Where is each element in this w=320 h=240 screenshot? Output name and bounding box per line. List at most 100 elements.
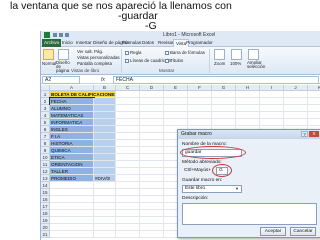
- table-cell[interactable]: MATEMATICAS: [50, 112, 94, 119]
- table-cell[interactable]: INFORMATICA: [50, 119, 94, 126]
- table-cell[interactable]: ORIENTACION: [50, 161, 94, 168]
- table-cell[interactable]: [260, 112, 284, 119]
- table-cell[interactable]: [50, 182, 94, 189]
- table-cell[interactable]: [164, 112, 188, 119]
- table-cell[interactable]: [116, 140, 140, 147]
- table-cell[interactable]: [94, 119, 116, 126]
- table-cell[interactable]: [308, 119, 320, 126]
- ok-button[interactable]: Aceptar: [260, 227, 286, 236]
- fx-icon[interactable]: fx: [101, 76, 105, 84]
- tab-archivo[interactable]: Archivo: [42, 39, 62, 47]
- normal-view-button[interactable]: [43, 49, 54, 60]
- table-cell[interactable]: [116, 182, 140, 189]
- table-cell[interactable]: [212, 105, 236, 112]
- table-cell[interactable]: BOLETA DE CALIFICACIONES: [50, 91, 116, 98]
- row-header[interactable]: 21: [41, 231, 50, 238]
- table-cell[interactable]: [116, 231, 140, 238]
- table-cell[interactable]: [140, 91, 164, 98]
- row-header[interactable]: 7: [41, 133, 50, 140]
- table-cell[interactable]: [236, 98, 260, 105]
- table-cell[interactable]: [284, 91, 308, 98]
- table-cell[interactable]: [140, 217, 164, 224]
- row-header[interactable]: 13: [41, 175, 50, 182]
- table-cell[interactable]: [94, 126, 116, 133]
- table-cell[interactable]: [116, 203, 140, 210]
- table-cell[interactable]: [188, 91, 212, 98]
- table-cell[interactable]: [260, 119, 284, 126]
- table-cell[interactable]: [284, 112, 308, 119]
- table-cell[interactable]: [140, 105, 164, 112]
- row-header[interactable]: 15: [41, 189, 50, 196]
- table-cell[interactable]: [212, 112, 236, 119]
- table-cell[interactable]: [140, 210, 164, 217]
- table-cell[interactable]: [116, 133, 140, 140]
- table-cell[interactable]: [140, 140, 164, 147]
- close-button[interactable]: X: [309, 131, 319, 137]
- row-header[interactable]: 17: [41, 203, 50, 210]
- table-cell[interactable]: [140, 175, 164, 182]
- ruler-checkbox[interactable]: Regla: [125, 50, 141, 55]
- table-cell[interactable]: [116, 217, 140, 224]
- table-cell[interactable]: F.I.A: [50, 133, 94, 140]
- row-header[interactable]: 12: [41, 168, 50, 175]
- table-cell[interactable]: [50, 203, 94, 210]
- table-cell[interactable]: [94, 112, 116, 119]
- table-cell[interactable]: [94, 231, 116, 238]
- table-cell[interactable]: [284, 105, 308, 112]
- full-screen-button[interactable]: Pantalla completa: [77, 61, 112, 66]
- table-cell[interactable]: [140, 133, 164, 140]
- table-cell[interactable]: [94, 140, 116, 147]
- table-cell[interactable]: [50, 217, 94, 224]
- help-button[interactable]: ?: [301, 131, 308, 137]
- table-cell[interactable]: [116, 154, 140, 161]
- row-header[interactable]: 3: [41, 105, 50, 112]
- table-cell[interactable]: [116, 147, 140, 154]
- table-cell[interactable]: INGLES: [50, 126, 94, 133]
- table-cell[interactable]: [116, 126, 140, 133]
- table-cell[interactable]: [260, 105, 284, 112]
- table-cell[interactable]: [94, 147, 116, 154]
- tab-programador[interactable]: Programador: [184, 39, 215, 47]
- row-header[interactable]: 6: [41, 126, 50, 133]
- table-cell[interactable]: PROMEDIO: [50, 175, 94, 182]
- formula-bar-checkbox[interactable]: Barra de fórmulas: [165, 50, 205, 55]
- table-cell[interactable]: [116, 175, 140, 182]
- row-header[interactable]: 1: [41, 91, 50, 98]
- table-cell[interactable]: [116, 196, 140, 203]
- table-cell[interactable]: [140, 189, 164, 196]
- save-icon[interactable]: [53, 33, 57, 37]
- table-cell[interactable]: [50, 210, 94, 217]
- headings-checkbox[interactable]: Títulos: [165, 58, 183, 63]
- table-cell[interactable]: [94, 217, 116, 224]
- table-cell[interactable]: [236, 91, 260, 98]
- table-cell[interactable]: [236, 105, 260, 112]
- table-cell[interactable]: TALLER: [50, 168, 94, 175]
- table-cell[interactable]: [308, 98, 320, 105]
- table-cell[interactable]: [140, 154, 164, 161]
- table-cell[interactable]: [140, 147, 164, 154]
- row-header[interactable]: 9: [41, 147, 50, 154]
- table-cell[interactable]: [94, 210, 116, 217]
- table-cell[interactable]: [116, 98, 140, 105]
- table-cell[interactable]: [140, 161, 164, 168]
- table-cell[interactable]: [260, 91, 284, 98]
- table-cell[interactable]: #DIV/0!: [94, 175, 116, 182]
- table-cell[interactable]: [140, 168, 164, 175]
- row-header[interactable]: 20: [41, 224, 50, 231]
- table-cell[interactable]: [94, 182, 116, 189]
- table-cell[interactable]: [140, 231, 164, 238]
- table-cell[interactable]: [94, 168, 116, 175]
- table-cell[interactable]: [140, 126, 164, 133]
- table-cell[interactable]: HISTORIA: [50, 140, 94, 147]
- table-cell[interactable]: [188, 105, 212, 112]
- gridlines-checkbox[interactable]: Líneas de cuadrícula: [125, 58, 171, 63]
- table-cell[interactable]: ETICA: [50, 154, 94, 161]
- table-cell[interactable]: [164, 119, 188, 126]
- store-macro-select[interactable]: Este libro ▼: [182, 185, 242, 193]
- row-header[interactable]: 16: [41, 196, 50, 203]
- table-cell[interactable]: [164, 91, 188, 98]
- page-break-preview-button[interactable]: Ver salt. Pág.: [77, 49, 103, 54]
- table-cell[interactable]: [236, 119, 260, 126]
- table-cell[interactable]: [212, 98, 236, 105]
- table-cell[interactable]: [94, 98, 116, 105]
